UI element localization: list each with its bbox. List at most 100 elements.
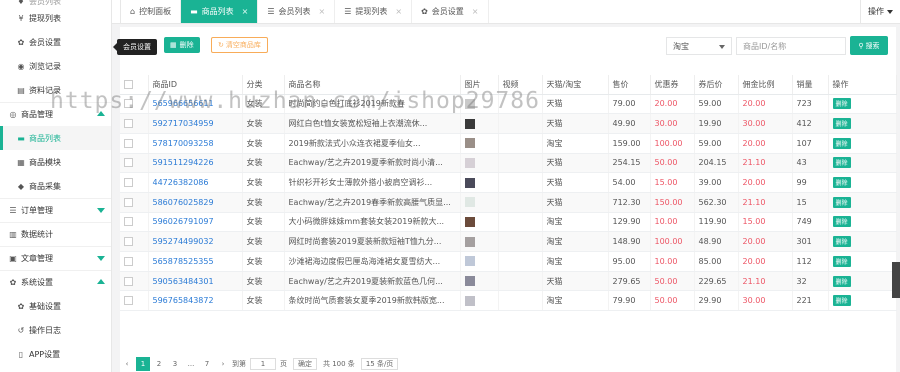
close-icon[interactable]: × [472, 7, 479, 16]
close-icon[interactable]: × [395, 7, 402, 16]
page-2-button[interactable]: 3 [168, 357, 182, 371]
goto-page-input[interactable]: 1 [250, 358, 276, 370]
delete-button[interactable]: ▦ 删除 [164, 37, 200, 53]
sidebar-item-14[interactable]: ↺ 操作日志 [0, 318, 111, 342]
sidebar-item-label: 商品列表 [29, 133, 61, 143]
product-thumbnail[interactable] [464, 98, 475, 109]
product-id-link[interactable]: 591511294226 [148, 153, 243, 174]
table-row[interactable]: 590563484301 女装 Eachway/艺之卉2019夏装新款蓝色几何...… [120, 271, 897, 292]
sidebar-item-12[interactable]: ✿ 系统设置 [0, 270, 111, 294]
row-delete-button[interactable]: 删除 [832, 216, 851, 228]
clear-library-button[interactable]: ↻ 清空商品库 [211, 37, 268, 53]
row-delete-button[interactable]: 删除 [832, 118, 851, 130]
row-checkbox[interactable] [124, 296, 133, 306]
coupon-cell: 20.00 [650, 94, 695, 115]
product-id-link[interactable]: 592717034959 [148, 113, 243, 134]
product-thumbnail[interactable] [464, 197, 475, 208]
row-delete-button[interactable]: 删除 [832, 196, 851, 208]
sidebar-item-1[interactable]: ¥ 提现列表 [0, 6, 111, 30]
close-icon[interactable]: × [319, 7, 326, 16]
sidebar-item-6[interactable]: ▬ 商品列表 [0, 126, 111, 150]
product-thumbnail[interactable] [464, 256, 475, 267]
sidebar-item-13[interactable]: ✿ 基础设置 [0, 294, 111, 318]
side-float-tab[interactable] [892, 262, 900, 298]
sidebar-item-3[interactable]: ◉ 浏览记录 [0, 54, 111, 78]
sidebar-item-10[interactable]: ▥ 数据统计 [0, 222, 111, 246]
tab-3[interactable]: ☰ 提现列表 × [335, 0, 413, 23]
product-id-link[interactable]: 578170093258 [148, 133, 243, 154]
page-0-button[interactable]: 1 [136, 357, 150, 371]
product-id-link[interactable]: 590563484301 [148, 271, 243, 292]
row-delete-button[interactable]: 删除 [832, 275, 851, 287]
table-row[interactable]: 44726382086 女装 针织衫开衫女士薄款外搭小披肩空调衫... 天猫 54.00… [120, 172, 897, 193]
table-row[interactable]: 586076025829 女装 Eachway/艺之卉2019春季新款高腰气质显..… [120, 192, 897, 213]
product-thumbnail[interactable] [464, 138, 475, 149]
page-1-button[interactable]: 2 [152, 357, 166, 371]
row-checkbox[interactable] [124, 237, 133, 247]
search-button[interactable]: ⚲ 搜索 [850, 36, 888, 55]
row-checkbox[interactable] [124, 178, 133, 188]
page-size-select[interactable]: 15 条/页 [360, 358, 399, 370]
table-row[interactable]: 595274499032 女装 网红时尚套装2019夏装新款短袖T恤九分... 淘宝 1… [120, 231, 897, 252]
next-page-button[interactable]: › [216, 357, 230, 371]
row-checkbox[interactable] [124, 256, 133, 266]
row-checkbox[interactable] [124, 119, 133, 129]
row-delete-button[interactable]: 删除 [832, 137, 851, 149]
table-row[interactable]: 578170093258 女装 2019新款法式小众连衣裙夏季仙女... 淘宝 159.… [120, 133, 897, 154]
row-delete-button[interactable]: 删除 [832, 157, 851, 169]
sidebar-item-11[interactable]: ▣ 文章管理 [0, 246, 111, 270]
row-delete-button[interactable]: 删除 [832, 177, 851, 189]
table-row[interactable]: 592717034959 女装 网红白色t恤女装宽松短袖上衣潮流休... 天猫 49.9… [120, 113, 897, 134]
product-thumbnail[interactable] [464, 295, 475, 306]
row-delete-button[interactable]: 删除 [832, 236, 851, 248]
product-thumbnail[interactable] [464, 177, 475, 188]
row-delete-button[interactable]: 删除 [832, 98, 851, 110]
row-checkbox[interactable] [124, 217, 133, 227]
page-4-button[interactable]: 7 [200, 357, 214, 371]
product-thumbnail[interactable] [464, 216, 475, 227]
sidebar-item-4[interactable]: ▤ 资料记录 [0, 78, 111, 102]
tab-scroll-left-button[interactable] [112, 0, 121, 23]
operations-dropdown[interactable]: 操作 [860, 0, 900, 23]
row-checkbox[interactable] [124, 99, 133, 109]
row-delete-button[interactable]: 删除 [832, 295, 851, 307]
sidebar-item-7[interactable]: ▦ 商品模块 [0, 150, 111, 174]
table-row[interactable]: 565878525355 女装 沙滩裙海边度假巴厘岛海滩裙女夏雪纺大... 淘宝 95.… [120, 251, 897, 272]
select-all-checkbox[interactable] [124, 79, 133, 89]
product-id-link[interactable]: 596026791097 [148, 212, 243, 233]
sidebar-item-8[interactable]: ◆ 商品采集 [0, 174, 111, 198]
product-thumbnail[interactable] [464, 118, 475, 129]
sidebar-item-2[interactable]: ✿ 会员设置 [0, 30, 111, 54]
product-id-link[interactable]: 586076025829 [148, 192, 243, 213]
tab-0[interactable]: ⌂ 控制面板 [121, 0, 182, 23]
goto-confirm-button[interactable]: 确定 [293, 358, 317, 370]
product-id-link[interactable]: 596765843872 [148, 290, 243, 312]
close-icon[interactable]: × [242, 7, 249, 16]
product-thumbnail[interactable] [464, 276, 475, 287]
row-checkbox[interactable] [124, 158, 133, 168]
table-row[interactable]: 596026791097 女装 大小码微胖妹妹mm套装女装2019新款大... 淘宝 1… [120, 212, 897, 233]
table-row[interactable]: 591511294226 女装 Eachway/艺之卉2019夏季新款时尚小清...… [120, 153, 897, 174]
tab-4[interactable]: ✿ 会员设置 × [412, 0, 489, 23]
tab-2[interactable]: ☰ 会员列表 × [258, 0, 336, 23]
product-thumbnail[interactable] [464, 157, 475, 168]
product-id-link[interactable]: 595274499032 [148, 231, 243, 252]
row-checkbox[interactable] [124, 197, 133, 207]
sidebar-item-label: 文章管理 [21, 254, 53, 263]
table-row[interactable]: 565966656611 女装 时尚简约白色打底衫2019新款春 天猫 79.00 20.… [120, 94, 897, 115]
row-checkbox[interactable] [124, 276, 133, 286]
table-row[interactable]: 596765843872 女装 条纹时尚气质套装女夏季2019新款韩版宽... 淘宝 7… [120, 290, 897, 312]
prev-page-button[interactable]: ‹ [120, 357, 134, 371]
product-thumbnail[interactable] [464, 236, 475, 247]
product-id-link[interactable]: 565878525355 [148, 251, 243, 272]
sidebar-item-15[interactable]: ▯ APP设置 [0, 342, 111, 366]
row-checkbox[interactable] [124, 138, 133, 148]
sidebar-item-9[interactable]: ☰ 订单管理 [0, 198, 111, 222]
product-id-link[interactable]: 44726382086 [148, 172, 243, 193]
product-id-link[interactable]: 565966656611 [148, 94, 243, 115]
search-input[interactable]: 商品ID/名称 [736, 37, 846, 55]
sidebar-item-5[interactable]: ◎ 商品管理 [0, 102, 111, 126]
tab-1[interactable]: ▬ 商品列表 × [181, 0, 259, 23]
source-select[interactable]: 淘宝 [666, 37, 732, 55]
row-delete-button[interactable]: 删除 [832, 255, 851, 267]
